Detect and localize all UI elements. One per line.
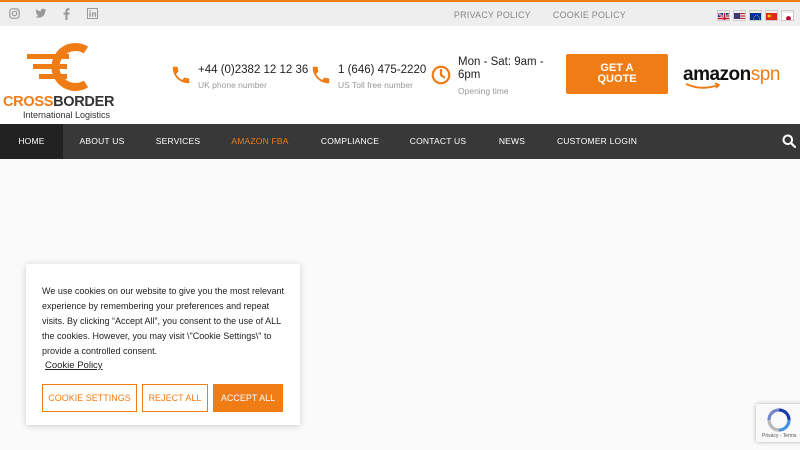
twitter-icon[interactable] xyxy=(34,8,47,21)
cookie-policy-link[interactable]: Cookie Policy xyxy=(45,360,103,371)
uk-phone-number: +44 (0)2382 12 12 36 xyxy=(198,64,309,76)
cookie-settings-button[interactable]: COOKIE SETTINGS xyxy=(42,384,137,412)
opening-hours-label: Opening time xyxy=(458,86,509,96)
japan-flag[interactable] xyxy=(781,10,794,21)
get-a-quote-button[interactable]: GET A QUOTE xyxy=(566,54,668,94)
clock-icon xyxy=(431,65,451,85)
opening-hours-line2: 6pm xyxy=(458,69,481,81)
cookie-consent-banner: We use cookies on our website to give yo… xyxy=(26,264,300,425)
instagram-icon[interactable] xyxy=(8,8,21,21)
top-bar: PRIVACY POLICY COOKIE POLICY xyxy=(0,0,800,26)
nav-customer-login[interactable]: CUSTOMER LOGIN xyxy=(555,124,639,159)
phone-icon xyxy=(312,66,330,84)
crossborder-logo[interactable]: CROSSBORDER International Logistics xyxy=(3,42,123,120)
nav-contact-us[interactable]: CONTACT US xyxy=(407,124,469,159)
logo-mark-icon xyxy=(27,43,89,91)
us-phone-label: US Toll free number xyxy=(338,80,413,90)
main-nav: HOME ABOUT US SERVICES AMAZON FBA COMPLI… xyxy=(0,124,800,159)
phone-icon xyxy=(172,66,190,84)
top-links: PRIVACY POLICY COOKIE POLICY xyxy=(454,10,626,20)
us-flag[interactable] xyxy=(733,10,746,21)
social-links xyxy=(8,8,99,21)
logo-wordmark: CROSSBORDER xyxy=(3,94,115,110)
eu-flag[interactable] xyxy=(749,10,762,21)
nav-compliance[interactable]: COMPLIANCE xyxy=(317,124,383,159)
linkedin-icon[interactable] xyxy=(86,8,99,21)
nav-news[interactable]: NEWS xyxy=(495,124,529,159)
privacy-policy-link[interactable]: PRIVACY POLICY xyxy=(454,10,531,20)
nav-services[interactable]: SERVICES xyxy=(152,124,204,159)
recaptcha-icon xyxy=(767,408,791,432)
recaptcha-terms[interactable]: Privacy - Terms xyxy=(762,433,796,439)
china-flag[interactable] xyxy=(765,10,778,21)
accept-all-button[interactable]: ACCEPT ALL xyxy=(213,384,283,412)
uk-flag[interactable] xyxy=(717,10,730,21)
facebook-icon[interactable] xyxy=(60,8,73,21)
site-header: CROSSBORDER International Logistics +44 … xyxy=(0,26,800,124)
nav-about-us[interactable]: ABOUT US xyxy=(74,124,130,159)
cookie-message: We use cookies on our website to give yo… xyxy=(42,286,284,356)
logo-subtitle: International Logistics xyxy=(23,110,111,120)
cookie-policy-link[interactable]: COOKIE POLICY xyxy=(553,10,626,20)
nav-home[interactable]: HOME xyxy=(0,124,63,159)
language-flags xyxy=(717,10,794,21)
nav-amazon-fba[interactable]: AMAZON FBA xyxy=(228,124,292,159)
uk-phone-label: UK phone number xyxy=(198,80,267,90)
opening-hours-line1: Mon - Sat: 9am - xyxy=(458,56,544,68)
search-icon[interactable] xyxy=(782,134,796,148)
reject-all-button[interactable]: REJECT ALL xyxy=(142,384,208,412)
recaptcha-badge[interactable]: Privacy - Terms xyxy=(756,404,800,442)
amazon-smile-icon xyxy=(685,82,721,89)
us-phone-number: 1 (646) 475-2220 xyxy=(338,64,427,76)
